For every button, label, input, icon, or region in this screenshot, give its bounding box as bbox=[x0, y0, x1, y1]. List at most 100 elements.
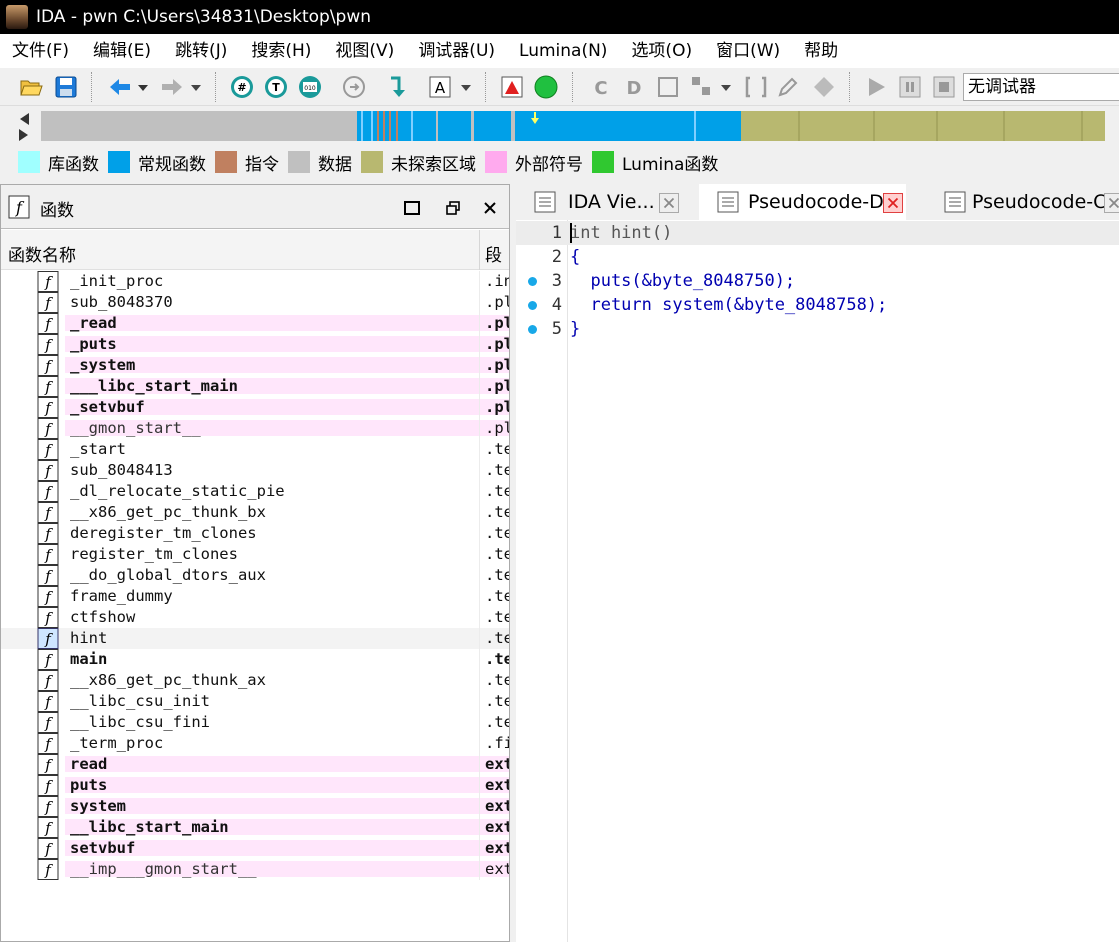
line-marker-dot-icon[interactable] bbox=[528, 277, 537, 286]
save-icon[interactable] bbox=[54, 75, 78, 99]
nav-left-arrow-icon[interactable] bbox=[18, 112, 30, 126]
chevron-down-icon[interactable] bbox=[136, 75, 150, 99]
chevron-down-icon[interactable] bbox=[459, 75, 473, 99]
tab-pseudocode-d[interactable]: Pseudocode-D bbox=[699, 184, 906, 220]
menu-options[interactable]: 选项(O) bbox=[619, 34, 704, 68]
tab-pseudocode-c[interactable]: Pseudocode-C bbox=[926, 184, 1119, 220]
hex-view-icon[interactable]: # bbox=[230, 75, 254, 99]
code-line[interactable]: 5} bbox=[516, 317, 1119, 341]
function-row[interactable]: f __x86_get_pc_thunk_bx .text bbox=[1, 502, 509, 523]
text-view-icon[interactable]: T bbox=[264, 75, 288, 99]
function-row[interactable]: f ___libc_start_main .plt bbox=[1, 376, 509, 397]
code-line[interactable]: 3 puts(&byte_8048750); bbox=[516, 269, 1119, 293]
pseudocode-view[interactable]: 1 int hint() 2{3 puts(&byte_8048750); 4 ret… bbox=[516, 220, 1119, 942]
function-row[interactable]: fhint .text bbox=[1, 628, 509, 649]
code-text[interactable]: { bbox=[570, 247, 580, 267]
tab-label: IDA Vie... bbox=[568, 191, 655, 213]
chevron-down-icon[interactable] bbox=[189, 75, 203, 99]
font-icon[interactable]: A bbox=[428, 75, 452, 99]
function-row[interactable]: fputs extern bbox=[1, 775, 509, 796]
chevron-down-icon[interactable] bbox=[719, 75, 733, 99]
code-text[interactable]: puts(&byte_8048750); bbox=[570, 271, 795, 291]
tab-ida-view[interactable]: IDA Vie... bbox=[516, 184, 696, 220]
maximize-icon[interactable] bbox=[403, 199, 421, 217]
function-row[interactable]: f _system .plt bbox=[1, 355, 509, 376]
function-segment: .text bbox=[485, 524, 509, 542]
function-row[interactable]: f setvbuf extern bbox=[1, 838, 509, 859]
navigation-bar[interactable] bbox=[41, 111, 1105, 141]
play-icon[interactable] bbox=[864, 75, 888, 99]
menu-view[interactable]: 视图(V) bbox=[323, 34, 406, 68]
code-text[interactable]: return system(&byte_8048758); bbox=[570, 295, 887, 315]
function-row[interactable]: fmain .text bbox=[1, 649, 509, 670]
function-row[interactable]: f __libc_start_main extern bbox=[1, 817, 509, 838]
step-into-icon[interactable] bbox=[385, 75, 409, 99]
nav-segment-divider bbox=[371, 111, 373, 141]
binary-view-icon[interactable]: 010 bbox=[298, 75, 322, 99]
function-row[interactable]: f ctfshow .text bbox=[1, 607, 509, 628]
function-row[interactable]: f _start .text bbox=[1, 439, 509, 460]
menu-lumina[interactable]: Lumina(N) bbox=[507, 34, 619, 68]
menu-search[interactable]: 搜索(H) bbox=[239, 34, 323, 68]
function-row[interactable]: f sub_8048413 .text bbox=[1, 460, 509, 481]
function-row[interactable]: f __imp___gmon_start__ extern bbox=[1, 859, 509, 880]
function-row[interactable]: f _read .plt bbox=[1, 313, 509, 334]
function-name: __x86_get_pc_thunk_bx bbox=[70, 503, 266, 521]
function-row[interactable]: fsystem extern bbox=[1, 796, 509, 817]
code-text[interactable]: } bbox=[570, 319, 580, 339]
open-folder-icon[interactable] bbox=[19, 75, 43, 99]
tab-close-icon[interactable] bbox=[659, 193, 679, 213]
code-icon[interactable]: C bbox=[589, 75, 613, 99]
array-icon[interactable] bbox=[744, 75, 768, 99]
unexplored-icon[interactable] bbox=[812, 75, 836, 99]
function-row[interactable]: f _term_proc .fini bbox=[1, 733, 509, 754]
restore-icon[interactable] bbox=[444, 199, 462, 217]
data-icon[interactable]: D bbox=[622, 75, 646, 99]
close-icon[interactable] bbox=[481, 199, 499, 217]
breakpoint-icon[interactable] bbox=[500, 75, 524, 99]
menu-help[interactable]: 帮助 bbox=[792, 34, 850, 68]
function-row[interactable]: f _puts .plt bbox=[1, 334, 509, 355]
function-row[interactable]: fread extern bbox=[1, 754, 509, 775]
line-marker-dot-icon[interactable] bbox=[528, 301, 537, 310]
menu-jump[interactable]: 跳转(J) bbox=[163, 34, 239, 68]
code-line[interactable]: 1 int hint() bbox=[516, 221, 1119, 245]
function-row[interactable]: f deregister_tm_clones .text bbox=[1, 523, 509, 544]
function-row[interactable]: f __libc_csu_init .text bbox=[1, 691, 509, 712]
function-row[interactable]: f __x86_get_pc_thunk_ax .text bbox=[1, 670, 509, 691]
menu-file[interactable]: 文件(F) bbox=[0, 34, 81, 68]
debugger-select[interactable]: 无调试器 bbox=[963, 73, 1119, 101]
function-row[interactable]: f frame_dummy .text bbox=[1, 586, 509, 607]
function-row[interactable]: f _setvbuf .plt bbox=[1, 397, 509, 418]
menu-edit[interactable]: 编辑(E) bbox=[81, 34, 163, 68]
code-line[interactable]: 2{ bbox=[516, 245, 1119, 269]
column-function-name[interactable]: 函数名称 bbox=[8, 241, 76, 266]
nav-segment-instruction bbox=[377, 111, 379, 141]
menu-debugger[interactable]: 调试器(U) bbox=[406, 34, 507, 68]
function-row[interactable]: f __do_global_dtors_aux .text bbox=[1, 565, 509, 586]
forward-arrow-icon[interactable] bbox=[160, 75, 184, 99]
stop-icon[interactable] bbox=[932, 75, 956, 99]
graph-icon[interactable] bbox=[690, 75, 714, 99]
export-icon[interactable] bbox=[342, 75, 366, 99]
edit-icon[interactable] bbox=[776, 75, 800, 99]
column-segment[interactable]: 段 bbox=[485, 241, 502, 266]
function-row[interactable]: f sub_8048370 .plt bbox=[1, 292, 509, 313]
code-line[interactable]: 4 return system(&byte_8048758); bbox=[516, 293, 1119, 317]
nav-right-arrow-icon[interactable] bbox=[18, 128, 30, 142]
line-marker-dot-icon[interactable] bbox=[528, 325, 537, 334]
struct-icon[interactable] bbox=[656, 75, 680, 99]
function-row[interactable]: f __gmon_start__ .plt bbox=[1, 418, 509, 439]
function-row[interactable]: f __libc_csu_fini .text bbox=[1, 712, 509, 733]
menu-windows[interactable]: 窗口(W) bbox=[704, 34, 792, 68]
tab-close-icon[interactable] bbox=[1104, 193, 1119, 213]
function-row[interactable]: f _dl_relocate_static_pie .text bbox=[1, 481, 509, 502]
back-arrow-icon[interactable] bbox=[108, 75, 132, 99]
function-row[interactable]: f register_tm_clones .text bbox=[1, 544, 509, 565]
function-row[interactable]: f _init_proc .init bbox=[1, 271, 509, 292]
pause-icon[interactable] bbox=[898, 75, 922, 99]
tab-close-icon[interactable] bbox=[883, 193, 903, 213]
run-green-icon[interactable] bbox=[534, 75, 558, 99]
code-text[interactable]: int hint() bbox=[570, 223, 672, 243]
column-divider[interactable] bbox=[479, 230, 480, 270]
